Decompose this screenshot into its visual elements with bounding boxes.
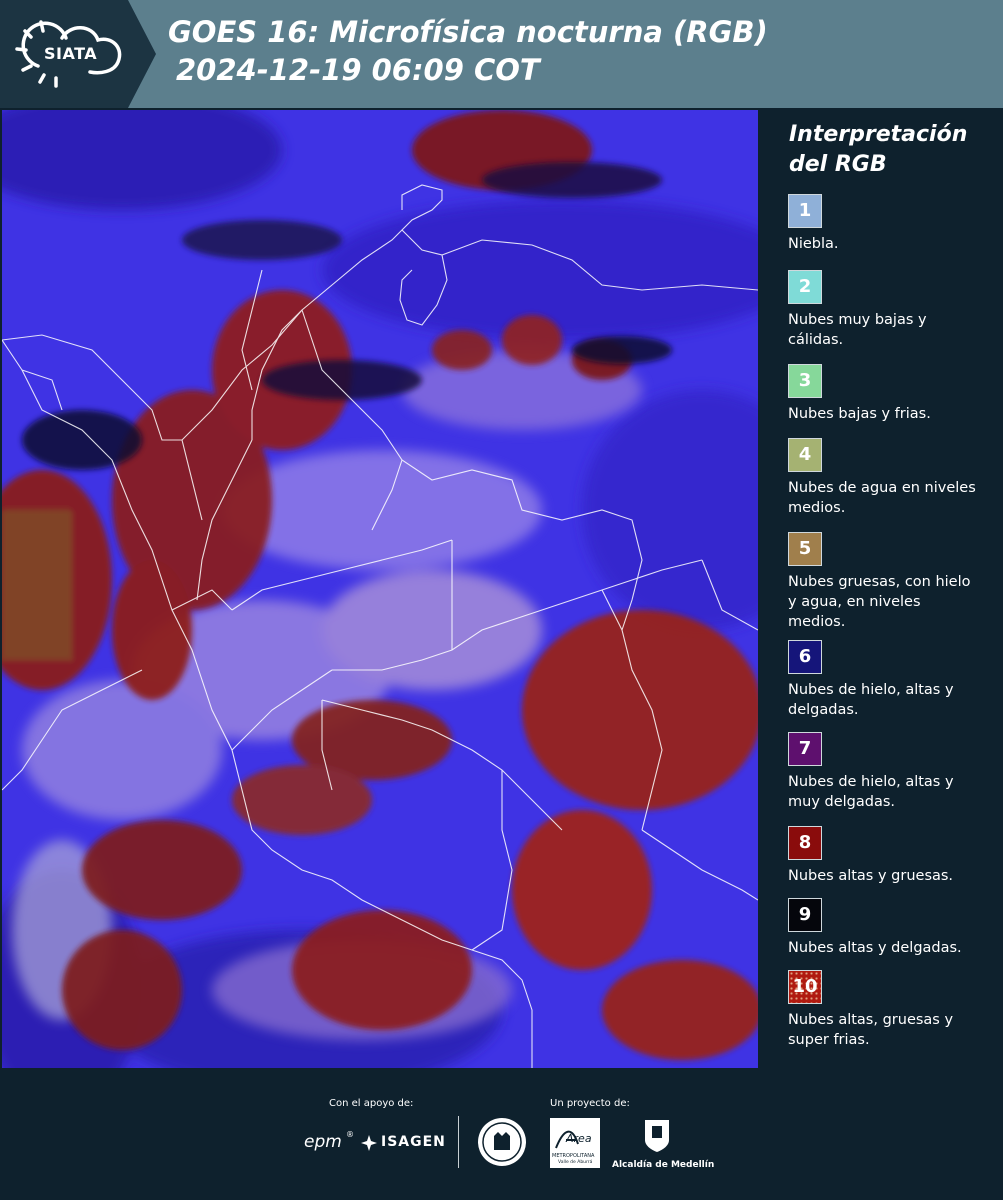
- legend-swatch: 2: [788, 270, 822, 304]
- legend-item-2: 2 Nubes muy bajas y cálidas.: [788, 270, 988, 350]
- legend-swatch: 7: [788, 732, 822, 766]
- epm-logo: epm: [304, 1132, 342, 1152]
- medellin-shield-icon: [645, 1120, 669, 1152]
- legend-label: Nubes de hielo, altas y delgadas.: [788, 682, 954, 718]
- legend-swatch: 8: [788, 826, 822, 860]
- footer-divider: [458, 1116, 459, 1168]
- satellite-image: [2, 110, 758, 1068]
- legend-item-7: 7 Nubes de hielo, altas y muy delgadas.: [788, 732, 988, 812]
- page-timestamp: 2024-12-19 06:09 COT: [176, 53, 540, 87]
- legend-label: Nubes altas y delgadas.: [788, 940, 962, 956]
- area-logo-subtext2: Valle de Aburrá: [558, 1160, 593, 1165]
- legend-item-6: 6 Nubes de hielo, altas y delgadas.: [788, 640, 988, 720]
- legend-item-4: 4 Nubes de agua en niveles medios.: [788, 438, 988, 518]
- satellite-map: [2, 110, 758, 1068]
- legend-label: Nubes altas, gruesas y super frias.: [788, 1012, 954, 1048]
- legend-item-8: 8 Nubes altas y gruesas.: [788, 826, 988, 886]
- legend-item-9: 9 Nubes altas y delgadas.: [788, 898, 988, 958]
- siata-logo: SIATA: [0, 0, 156, 108]
- legend-label: Nubes de hielo, altas y muy delgadas.: [788, 774, 954, 810]
- legend-item-3: 3 Nubes bajas y frias.: [788, 364, 988, 424]
- legend-label: Nubes bajas y frias.: [788, 406, 931, 422]
- registered-icon: ®: [346, 1130, 354, 1139]
- isagen-logo: ISAGEN: [381, 1134, 446, 1150]
- legend-swatch: 1: [788, 194, 822, 228]
- legend-swatch: 10: [788, 970, 822, 1004]
- legend-label: Niebla.: [788, 236, 839, 252]
- area-logo-text: Área: [566, 1132, 592, 1145]
- legend-label: Nubes gruesas, con hielo y agua, en nive…: [788, 574, 971, 630]
- legend-panel: Interpretación del RGB 1 Niebla. 2 Nubes…: [775, 110, 1000, 1068]
- legend-swatch: 9: [788, 898, 822, 932]
- header: SIATA GOES 16: Microfísica nocturna (RGB…: [0, 0, 1003, 108]
- area-logo-subtext: METROPOLITANA: [552, 1153, 595, 1159]
- page-title: GOES 16: Microfísica nocturna (RGB): [168, 15, 768, 49]
- legend-swatch: 3: [788, 364, 822, 398]
- legend-label: Nubes altas y gruesas.: [788, 868, 954, 884]
- legend-item-5: 5 Nubes gruesas, con hielo y agua, en ni…: [788, 532, 988, 632]
- alcaldia-logo-text: Alcaldía de Medellín: [612, 1160, 715, 1170]
- legend-swatch: 6: [788, 640, 822, 674]
- seal-emblem-icon: [478, 1118, 526, 1166]
- legend-title: Interpretación del RGB: [789, 122, 968, 177]
- legend-swatch: 4: [788, 438, 822, 472]
- legend-swatch: 5: [788, 532, 822, 566]
- footer: Con el apoyo de: Un proyecto de: epm ® I…: [0, 1070, 1003, 1200]
- siata-logo-text: SIATA: [44, 44, 98, 63]
- project-caption: Un proyecto de:: [550, 1098, 630, 1109]
- legend-item-10: 10 Nubes altas, gruesas y super frias.: [788, 970, 988, 1050]
- legend-item-1: 1 Niebla.: [788, 194, 988, 254]
- legend-label: Nubes de agua en niveles medios.: [788, 480, 976, 516]
- legend-label: Nubes muy bajas y cálidas.: [788, 312, 927, 348]
- support-caption: Con el apoyo de:: [329, 1098, 414, 1109]
- isagen-icon: [361, 1135, 377, 1151]
